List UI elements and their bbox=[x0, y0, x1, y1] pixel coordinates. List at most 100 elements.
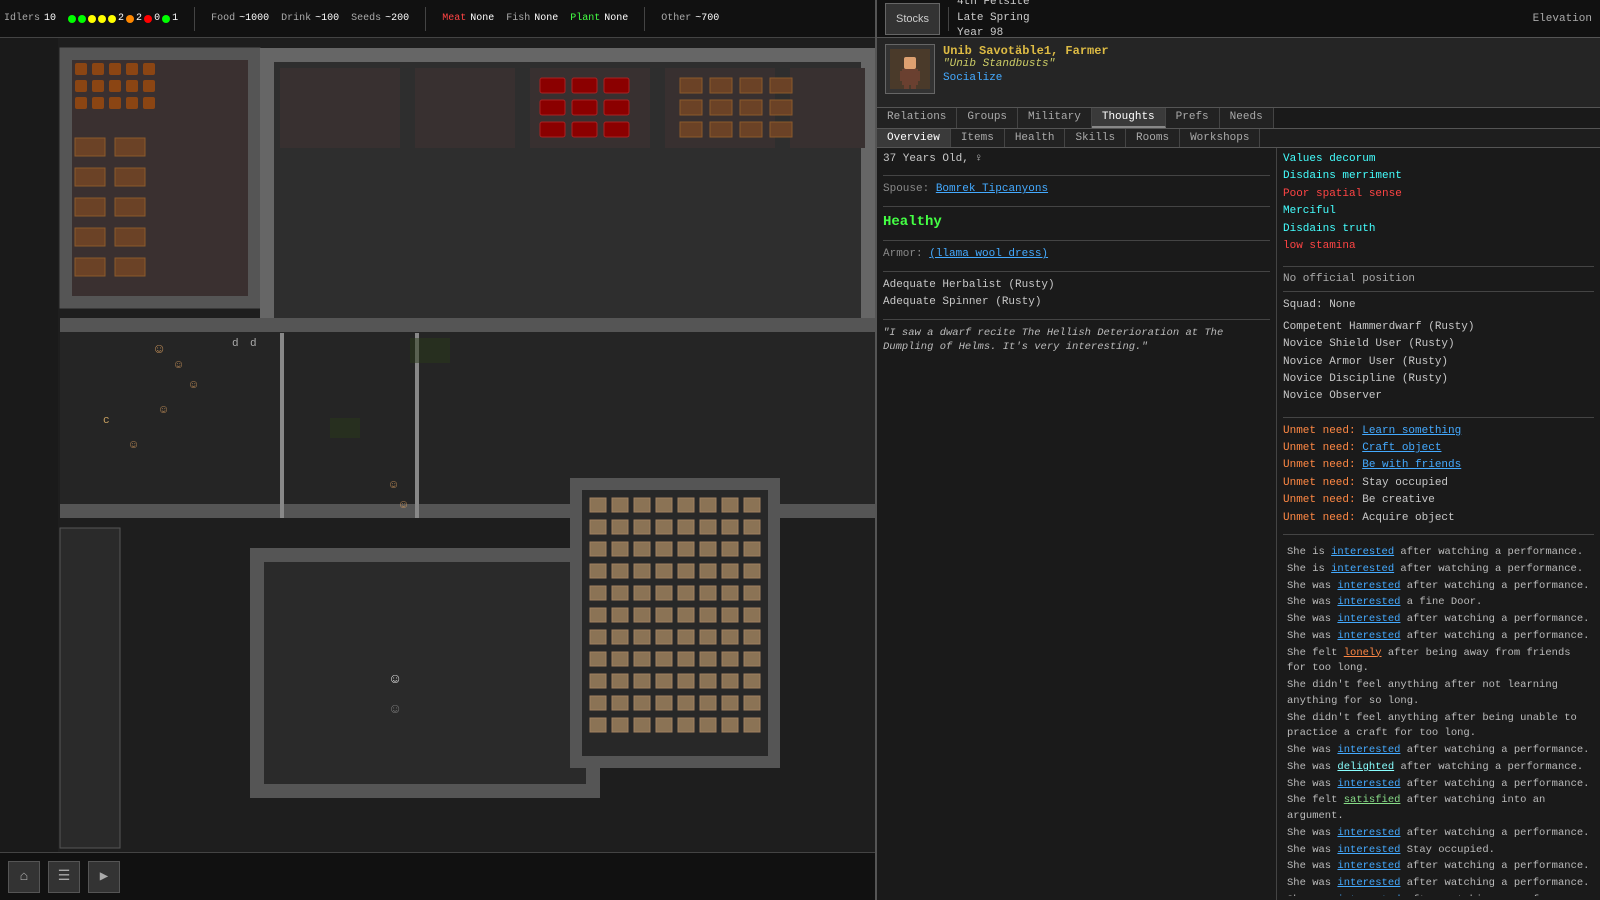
thought-link[interactable]: interested bbox=[1331, 546, 1394, 558]
top-bar: Idlers 10 2 2 0 1 Food ~1000 Drink ~100 … bbox=[0, 0, 875, 38]
unmet-4: Unmet need: Stay occupied bbox=[1283, 476, 1594, 491]
skill-extra-2: Adequate Spinner (Rusty) bbox=[883, 295, 1270, 310]
subtab-workshops[interactable]: Workshops bbox=[1180, 129, 1260, 147]
dot-3 bbox=[88, 15, 96, 23]
plant-label: Plant bbox=[570, 13, 600, 24]
dot-4 bbox=[98, 15, 106, 23]
tab-needs[interactable]: Needs bbox=[1220, 108, 1274, 128]
thoughts-log[interactable]: She is interested after watching a perfo… bbox=[1283, 541, 1594, 896]
thought-link[interactable]: interested bbox=[1331, 563, 1394, 575]
tab-relations[interactable]: Relations bbox=[877, 108, 957, 128]
drink-section: Drink ~100 bbox=[281, 13, 339, 24]
subtab-skills[interactable]: Skills bbox=[1065, 129, 1126, 147]
divider-unmet bbox=[1283, 417, 1594, 418]
thought-link[interactable]: interested bbox=[1337, 580, 1400, 592]
armor-row: Armor: (llama wool dress) bbox=[883, 247, 1270, 262]
play-icon[interactable]: ▶ bbox=[88, 861, 120, 893]
dot-sep2: 2 bbox=[136, 13, 142, 24]
dot-sep: 2 bbox=[118, 13, 124, 24]
thought-link[interactable]: interested bbox=[1337, 827, 1400, 839]
meat-value: None bbox=[470, 13, 494, 24]
dot-sep3: 0 bbox=[154, 13, 160, 24]
plant-value: None bbox=[604, 13, 628, 24]
armor-value[interactable]: (llama wool dress) bbox=[929, 248, 1048, 260]
skill-r-4: Novice Discipline (Rusty) bbox=[1283, 372, 1594, 387]
stocks-button[interactable]: Stocks bbox=[885, 3, 940, 35]
thought-link[interactable]: interested bbox=[1337, 613, 1400, 625]
unmet-2: Unmet need: Craft object bbox=[1283, 441, 1594, 456]
char-action[interactable]: Socialize bbox=[943, 72, 1592, 84]
subtab-health[interactable]: Health bbox=[1005, 129, 1066, 147]
skill-herbalist: Adequate Herbalist (Rusty) bbox=[883, 279, 1055, 291]
spouse-label: Spouse: bbox=[883, 183, 929, 195]
char-left: 37 Years Old, ♀ Spouse: Bomrek Tipcanyon… bbox=[877, 148, 1277, 900]
svg-text:☺: ☺ bbox=[400, 498, 407, 512]
age-value: 37 Years Old, ♀ bbox=[883, 153, 982, 165]
date-display: 4th Felsite Late Spring Year 98 bbox=[957, 0, 1030, 42]
armor-label: Armor: bbox=[883, 248, 923, 260]
tab-prefs[interactable]: Prefs bbox=[1166, 108, 1220, 128]
dot-7 bbox=[144, 15, 152, 23]
spouse-value[interactable]: Bomrek Tipcanyons bbox=[936, 183, 1048, 195]
svg-text:☺: ☺ bbox=[155, 342, 163, 358]
game-map[interactable]: ☺ ☺ ☺ ☺ ☺ ☺ ☺ d d c bbox=[0, 38, 875, 868]
thought-link[interactable]: lonely bbox=[1344, 647, 1382, 659]
thought-link[interactable]: interested bbox=[1337, 596, 1400, 608]
subtab-items[interactable]: Items bbox=[951, 129, 1005, 147]
svg-text:☺: ☺ bbox=[391, 672, 399, 688]
char-portrait[interactable] bbox=[885, 44, 935, 94]
tab-thoughts[interactable]: Thoughts bbox=[1092, 108, 1166, 128]
divider-thoughts bbox=[1283, 534, 1594, 535]
food-value: ~1000 bbox=[239, 13, 269, 24]
thought-link[interactable]: interested bbox=[1337, 844, 1400, 856]
thought-link[interactable]: interested bbox=[1337, 877, 1400, 889]
unmet-5: Unmet need: Be creative bbox=[1283, 493, 1594, 508]
dot-sep4: 1 bbox=[172, 13, 178, 24]
thought-link[interactable]: interested bbox=[1337, 894, 1400, 896]
char-content: 37 Years Old, ♀ Spouse: Bomrek Tipcanyon… bbox=[877, 148, 1600, 900]
value-6: low stamina bbox=[1283, 239, 1594, 254]
map-area[interactable]: ☺ ☺ ☺ ☺ ☺ ☺ ☺ d d c bbox=[0, 38, 875, 868]
svg-text:☺: ☺ bbox=[190, 378, 197, 392]
thought-link[interactable]: interested bbox=[1337, 778, 1400, 790]
thought-link[interactable]: satisfied bbox=[1344, 794, 1401, 806]
meat-label: Meat bbox=[442, 13, 466, 24]
unmet-6: Unmet need: Acquire object bbox=[1283, 511, 1594, 526]
svg-text:☺: ☺ bbox=[175, 358, 182, 372]
thought-link[interactable]: interested bbox=[1337, 630, 1400, 642]
menu-icon[interactable]: ☰ bbox=[48, 861, 80, 893]
char-header: Unib Savotäble1, Farmer "Unib Standbusts… bbox=[877, 38, 1600, 108]
elevation-label: Elevation bbox=[1533, 13, 1592, 25]
tab-groups[interactable]: Groups bbox=[957, 108, 1018, 128]
thought-link[interactable]: interested bbox=[1337, 860, 1400, 872]
svg-text:d: d bbox=[250, 338, 257, 350]
idlers-value: 10 bbox=[44, 13, 56, 24]
char-nickname: "Unib Standbusts" bbox=[943, 58, 1592, 70]
meat-section: Meat None bbox=[442, 13, 494, 24]
spouse-row: Spouse: Bomrek Tipcanyons bbox=[883, 182, 1270, 197]
bottom-bar: ⌂ ☰ ▶ bbox=[0, 852, 875, 900]
divider-skills bbox=[883, 319, 1270, 320]
thought-link[interactable]: delighted bbox=[1337, 761, 1394, 773]
divider-age bbox=[883, 175, 1270, 176]
dot-5 bbox=[108, 15, 116, 23]
thought-link[interactable]: interested bbox=[1337, 744, 1400, 756]
seeds-section: Seeds ~200 bbox=[351, 13, 409, 24]
health-row: Healthy bbox=[883, 213, 1270, 233]
unmet-needs: Unmet need: Learn something Unmet need: … bbox=[1283, 424, 1594, 528]
unmet-1: Unmet need: Learn something bbox=[1283, 424, 1594, 439]
tab-military[interactable]: Military bbox=[1018, 108, 1092, 128]
value-5: Disdains truth bbox=[1283, 222, 1594, 237]
subtab-overview[interactable]: Overview bbox=[877, 129, 951, 147]
other-label: Other bbox=[661, 13, 691, 24]
subtab-rooms[interactable]: Rooms bbox=[1126, 129, 1180, 147]
divider-position bbox=[1283, 291, 1594, 292]
skill-extra-1: Adequate Herbalist (Rusty) bbox=[883, 278, 1270, 293]
game-viewport[interactable]: ☺ ☺ ☺ ☺ ☺ ☺ ☺ d d c bbox=[0, 0, 875, 900]
map-icon[interactable]: ⌂ bbox=[8, 861, 40, 893]
divider-spouse bbox=[883, 206, 1270, 207]
no-position: No official position bbox=[1283, 273, 1594, 285]
seeds-label: Seeds bbox=[351, 13, 381, 24]
food-section: Food ~1000 bbox=[211, 13, 269, 24]
seeds-value: ~200 bbox=[385, 13, 409, 24]
